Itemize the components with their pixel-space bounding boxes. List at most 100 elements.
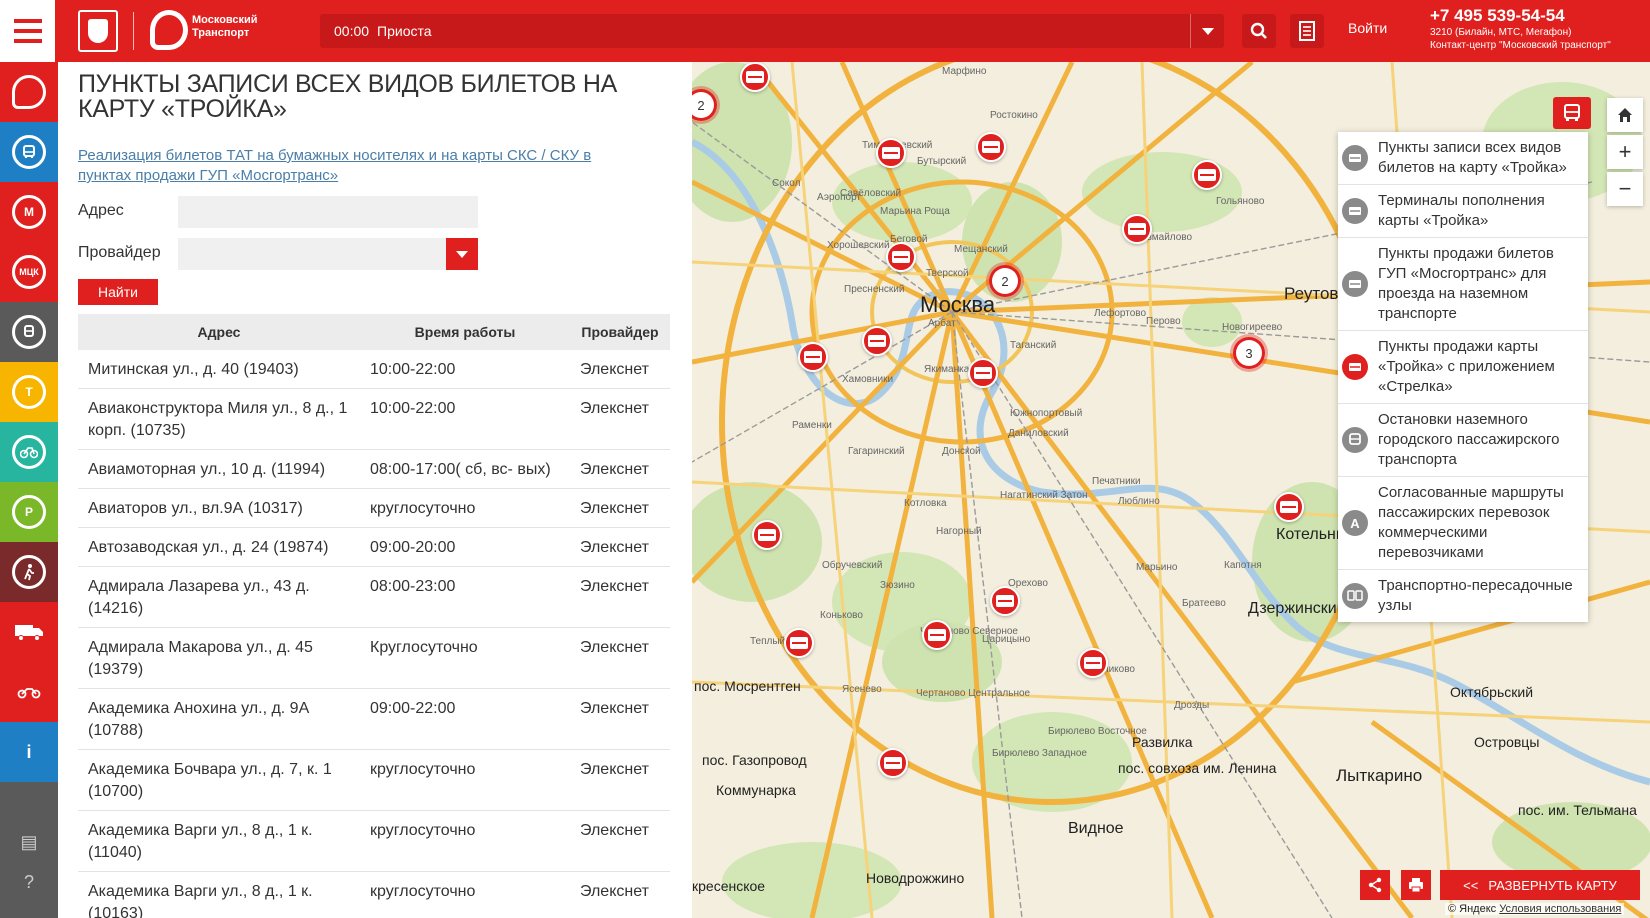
district-label: Аэропорт bbox=[817, 192, 862, 203]
login-link[interactable]: Войти bbox=[1348, 20, 1387, 36]
share-button[interactable] bbox=[1360, 870, 1390, 900]
find-button[interactable]: Найти bbox=[78, 279, 158, 305]
district-label: Хорошевский bbox=[827, 240, 890, 251]
ticket-point-marker[interactable] bbox=[990, 586, 1020, 616]
column-provider[interactable]: Провайдер bbox=[570, 314, 670, 350]
ticket-point-marker[interactable] bbox=[798, 342, 828, 372]
sidebar-item-bus[interactable] bbox=[0, 122, 58, 182]
table-row[interactable]: Академика Анохина ул., д. 9А (10788) 09:0… bbox=[78, 688, 670, 750]
district-label: Марфино bbox=[942, 66, 987, 77]
tat-sales-link[interactable]: Реализация билетов ТАТ на бумажных носит… bbox=[78, 146, 638, 186]
home-button[interactable] bbox=[1607, 98, 1643, 132]
sidebar-item-parking[interactable]: Р bbox=[0, 482, 58, 542]
legend-item[interactable]: Транспортно-пересадочные узлы bbox=[1338, 570, 1588, 622]
ticket-point-marker[interactable] bbox=[740, 62, 770, 92]
table-row[interactable]: Митинская ул., д. 40 (19403) 10:00-22:00 Э… bbox=[78, 350, 670, 389]
sidebar-item-mcc[interactable]: МЦК bbox=[0, 242, 58, 302]
logo-divider bbox=[133, 12, 134, 50]
sidebar-item-metro[interactable]: М bbox=[0, 182, 58, 242]
table-row[interactable]: Академика Бочвара ул., д. 7, к. 1 (10700… bbox=[78, 749, 670, 811]
zoom-in-button[interactable]: + bbox=[1607, 135, 1643, 169]
route-dropdown-button[interactable] bbox=[1190, 14, 1224, 48]
route-search-bar[interactable]: 00:00 Приоста bbox=[320, 14, 1224, 48]
ticket-point-marker[interactable] bbox=[878, 748, 908, 778]
table-row[interactable]: Академика Варги ул., 8 д., 1 к. (11040) к… bbox=[78, 810, 670, 872]
ticket-point-marker[interactable] bbox=[922, 620, 952, 650]
district-label: Нагатинский Затон bbox=[1000, 490, 1088, 501]
ticket-point-marker[interactable] bbox=[784, 628, 814, 658]
marker-cluster[interactable]: 3 bbox=[1230, 334, 1268, 372]
ticket-point-marker[interactable] bbox=[1192, 160, 1222, 190]
sidebar-item-info[interactable]: i bbox=[0, 722, 58, 782]
document-button[interactable] bbox=[1290, 14, 1324, 48]
ticket-point-marker[interactable] bbox=[1122, 214, 1152, 244]
table-row[interactable]: Адмирала Макарова ул., д. 45 (19379) Круг… bbox=[78, 627, 670, 689]
district-label: Гагаринский bbox=[848, 446, 905, 457]
help-icon[interactable]: ? bbox=[0, 872, 58, 893]
legend-item[interactable]: Остановки наземного городского пассажирс… bbox=[1338, 404, 1588, 477]
sidebar-item-bike[interactable] bbox=[0, 422, 58, 482]
district-label: Гольяново bbox=[1216, 196, 1265, 207]
legend-label: Пункты записи всех видов билетов на карт… bbox=[1378, 139, 1567, 176]
route-time: 00:00 bbox=[334, 23, 370, 39]
ticket-point-marker[interactable] bbox=[1078, 648, 1108, 678]
legend-item[interactable]: Пункты записи всех видов билетов на карт… bbox=[1338, 132, 1588, 185]
layers-toggle-button[interactable] bbox=[1553, 97, 1591, 129]
table-row[interactable]: Адмирала Лазарева ул., 43 д. (14216) 08:0… bbox=[78, 566, 670, 628]
legend-item[interactable]: Пункты продажи карты «Тройка» с приложен… bbox=[1338, 331, 1588, 404]
ticket-point-marker[interactable] bbox=[1274, 492, 1304, 522]
print-button[interactable] bbox=[1401, 870, 1431, 900]
table-row[interactable]: Авиаконструктора Миля ул., 8 д., 1 корп.… bbox=[78, 388, 670, 450]
provider-dropdown-button[interactable] bbox=[446, 238, 478, 270]
moscow-crest-icon[interactable] bbox=[78, 10, 118, 52]
motorcycle-icon bbox=[17, 688, 41, 699]
transport-logo-icon[interactable] bbox=[150, 10, 188, 50]
phone-number[interactable]: +7 495 539-54-54 bbox=[1430, 6, 1611, 26]
marker-cluster[interactable]: 2 bbox=[986, 262, 1024, 300]
ticket-point-marker[interactable] bbox=[862, 326, 892, 356]
sidebar-item-cargo[interactable] bbox=[0, 602, 58, 662]
district-label: Коньково bbox=[820, 610, 863, 621]
table-row[interactable]: Автозаводская ул., д. 24 (19874) 09:00-20… bbox=[78, 527, 670, 567]
sidebar-item-pedestrian[interactable] bbox=[0, 542, 58, 602]
table-row[interactable]: Авиаторов ул., вл.9А (10317) круглосуточн… bbox=[78, 488, 670, 528]
row-provider: Элекснет bbox=[570, 449, 670, 489]
sidebar-item-train[interactable] bbox=[0, 302, 58, 362]
table-row[interactable]: Авиамоторная ул., 10 д. (11994) 08:00-17:… bbox=[78, 449, 670, 489]
ticket-point-marker[interactable] bbox=[886, 242, 916, 272]
row-address: Авиамоторная ул., 10 д. (11994) bbox=[78, 449, 360, 489]
table-row[interactable]: Академика Варги ул., 8 д., 1 к. (10163) к… bbox=[78, 871, 670, 918]
docs-icon[interactable]: ▤ bbox=[0, 832, 58, 853]
legend-label: Терминалы пополнения карты «Тройка» bbox=[1378, 192, 1545, 229]
zoom-out-button[interactable]: − bbox=[1607, 172, 1643, 206]
terms-link[interactable]: Условия использования bbox=[1499, 903, 1621, 915]
legend-label: Остановки наземного городского пассажирс… bbox=[1378, 411, 1560, 468]
logo-text[interactable]: Московский Транспорт bbox=[192, 14, 272, 40]
sidebar-item-home[interactable] bbox=[0, 62, 58, 122]
legend-item[interactable]: A Согласованные маршруты пассажирских пе… bbox=[1338, 477, 1588, 570]
ticket-point-marker[interactable] bbox=[752, 520, 782, 550]
contact-center: Контакт-центр "Московский транспорт" bbox=[1430, 40, 1611, 51]
city-label-dzerzhinsky: Дзержинский bbox=[1248, 600, 1346, 617]
search-button[interactable] bbox=[1242, 14, 1276, 48]
row-address: Автозаводская ул., д. 24 (19874) bbox=[78, 527, 360, 567]
address-input[interactable] bbox=[178, 196, 478, 228]
district-label: Орехово bbox=[1008, 578, 1048, 589]
legend-item[interactable]: Терминалы пополнения карты «Тройка» bbox=[1338, 185, 1588, 238]
menu-icon[interactable] bbox=[0, 0, 55, 62]
sidebar-item-moto[interactable] bbox=[0, 662, 58, 722]
row-provider: Элекснет bbox=[570, 350, 670, 389]
district-label: Котловка bbox=[904, 498, 947, 509]
expand-map-button[interactable]: << РАЗВЕРНУТЬ КАРТУ bbox=[1440, 870, 1640, 900]
provider-select[interactable] bbox=[178, 238, 478, 270]
sidebar-item-taxi[interactable]: Т bbox=[0, 362, 58, 422]
ticket-point-marker[interactable] bbox=[976, 132, 1006, 162]
legend-item[interactable]: Пункты продажи билетов ГУП «Мосгортранс»… bbox=[1338, 238, 1588, 331]
column-hours[interactable]: Время работы bbox=[360, 314, 570, 350]
row-address: Адмирала Макарова ул., д. 45 (19379) bbox=[78, 627, 360, 689]
city-label-vidnoe: Видное bbox=[1068, 820, 1124, 837]
column-address[interactable]: Адрес bbox=[78, 314, 360, 350]
row-provider: Элекснет bbox=[570, 627, 670, 689]
ticket-point-marker[interactable] bbox=[968, 358, 998, 388]
ticket-point-marker[interactable] bbox=[876, 138, 906, 168]
